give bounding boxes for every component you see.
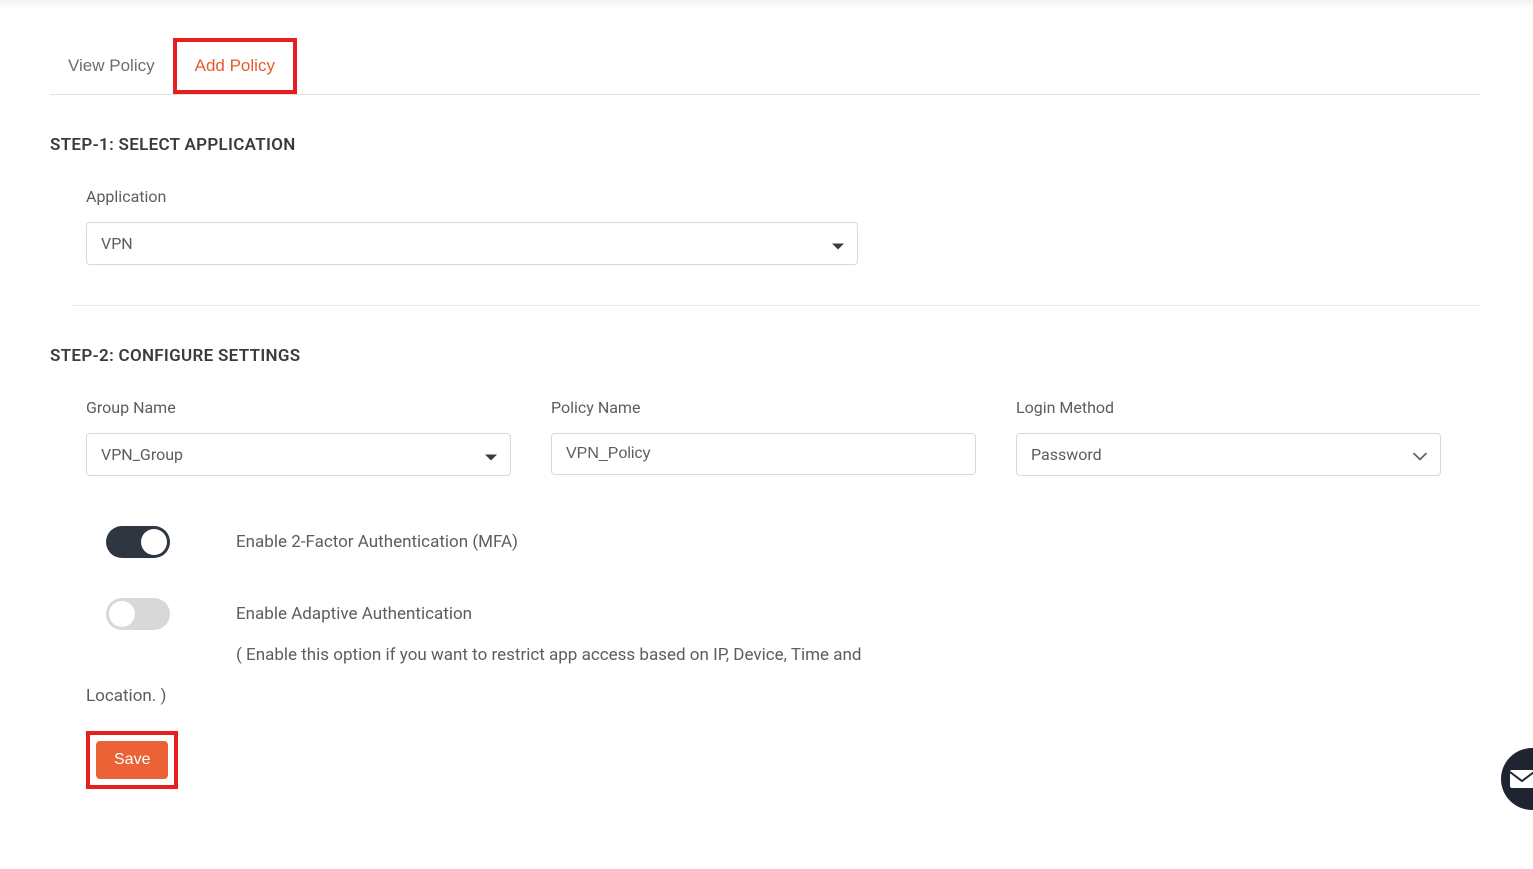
tab-add-policy[interactable]: Add Policy [177, 42, 293, 90]
step-2-title: STEP-2: CONFIGURE SETTINGS [50, 346, 1480, 366]
adaptive-auth-toggle[interactable] [106, 598, 170, 630]
application-label: Application [86, 187, 1480, 206]
highlight-save: Save [86, 731, 178, 789]
login-method-select[interactable]: Password [1016, 433, 1441, 476]
login-method-label: Login Method [1016, 398, 1441, 417]
mail-icon [1510, 770, 1533, 788]
section-divider [72, 305, 1480, 306]
policy-name-label: Policy Name [551, 398, 976, 417]
adaptive-hint-part2: Location. ) [86, 681, 1480, 712]
adaptive-toggle-label: Enable Adaptive Authentication [236, 604, 472, 624]
step-1-title: STEP-1: SELECT APPLICATION [50, 135, 1480, 155]
mfa-toggle[interactable] [106, 526, 170, 558]
save-button[interactable]: Save [96, 741, 168, 779]
policy-name-input[interactable] [551, 433, 976, 475]
tabs-bar: View Policy Add Policy [50, 38, 1480, 95]
mfa-toggle-label: Enable 2-Factor Authentication (MFA) [236, 532, 518, 552]
application-select[interactable]: VPN [86, 222, 858, 265]
top-shadow [0, 0, 1533, 8]
highlight-add-policy: Add Policy [173, 38, 297, 94]
toggle-knob [109, 601, 135, 627]
group-name-select[interactable]: VPN_Group [86, 433, 511, 476]
group-name-label: Group Name [86, 398, 511, 417]
toggle-knob [141, 529, 167, 555]
adaptive-hint-part1: ( Enable this option if you want to rest… [86, 640, 1480, 671]
tab-view-policy[interactable]: View Policy [50, 38, 173, 94]
